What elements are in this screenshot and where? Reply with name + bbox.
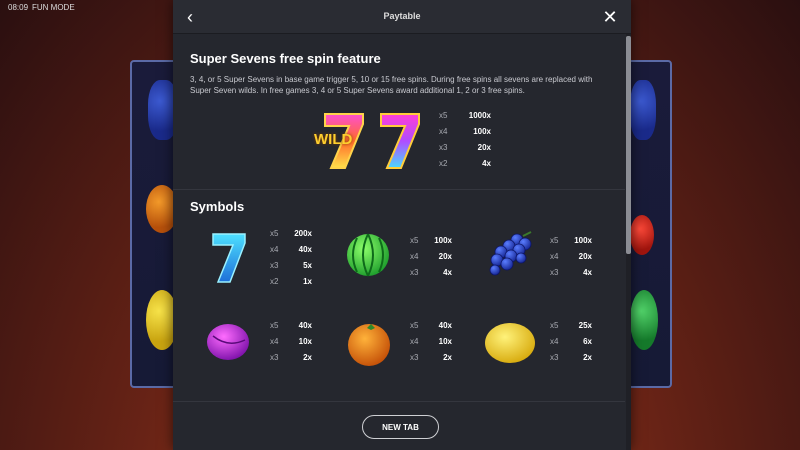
pay-row: x5 100x [410,236,452,245]
feature-title: Super Sevens free spin feature [190,51,381,66]
new-tab-button[interactable]: NEW TAB [362,415,439,439]
symbol-pay-list: x5 100x x4 20x x3 4x [550,233,592,281]
orange-icon [345,318,393,373]
pay-row: x3 5x [270,261,312,270]
scrollbar-thumb[interactable] [626,36,631,254]
pay-row: x5 40x [270,321,312,330]
close-icon: ✕ [602,7,618,27]
pay-row: x4 40x [270,245,312,254]
wild-label: WILD [314,131,353,148]
symbol-pay-list: x5 40x x4 10x x3 2x [410,318,452,366]
pay-row: x4 10x [410,337,452,346]
symbol-pay-list: x5 200x x4 40x x3 5x x2 1x [270,226,312,290]
symbol-pay-list: x5 40x x4 10x x3 2x [270,318,312,366]
pay-row: x3 4x [410,268,452,277]
super-seven-icon [375,110,425,177]
feature-pay-list: x5 1000x x4 100x x3 20x x2 4x [439,108,491,172]
grapes-icon [630,80,656,140]
grapes-icon [485,230,535,285]
paytable-title: Paytable [383,11,421,21]
plum-icon [205,318,251,369]
cherry-icon [630,215,654,255]
paytable-header: ‹ Paytable ✕ [173,0,631,34]
pay-row: x3 2x [270,353,312,362]
pay-row: x2 4x [439,159,491,168]
lemon-icon [483,320,537,371]
pay-row: x2 1x [270,277,312,286]
pay-row: x5 40x [410,321,452,330]
paytable-panel: ‹ Paytable ✕ Super Sevens free spin feat… [173,0,631,450]
pay-row: x3 2x [550,353,592,362]
pay-row: x4 6x [550,337,592,346]
symbol-pay-list: x5 100x x4 20x x3 4x [410,233,452,281]
pay-row: x5 100x [550,236,592,245]
pay-row: x4 20x [550,252,592,261]
feature-description: 3, 4, or 5 Super Sevens in base game tri… [190,75,593,95]
pay-row: x5 1000x [439,111,491,120]
status-time: 08:09 [8,3,29,12]
pay-row: x3 4x [550,268,592,277]
pay-row: x4 20x [410,252,452,261]
symbol-pay-list: x5 25x x4 6x x3 2x [550,318,592,366]
watermelon-icon [630,290,658,350]
section-divider [173,401,625,402]
symbols-title: Symbols [190,199,245,214]
pay-row: x5 200x [270,229,312,238]
section-divider [173,189,625,190]
pay-row: x5 25x [550,321,592,330]
blue-seven-icon [209,230,249,291]
fun-mode-label: FUN MODE [32,3,75,12]
pay-row: x4 10x [270,337,312,346]
pay-row: x3 20x [439,143,491,152]
pay-row: x4 100x [439,127,491,136]
pay-row: x3 2x [410,353,452,362]
close-button[interactable]: ✕ [599,6,621,28]
watermelon-icon [345,232,391,283]
